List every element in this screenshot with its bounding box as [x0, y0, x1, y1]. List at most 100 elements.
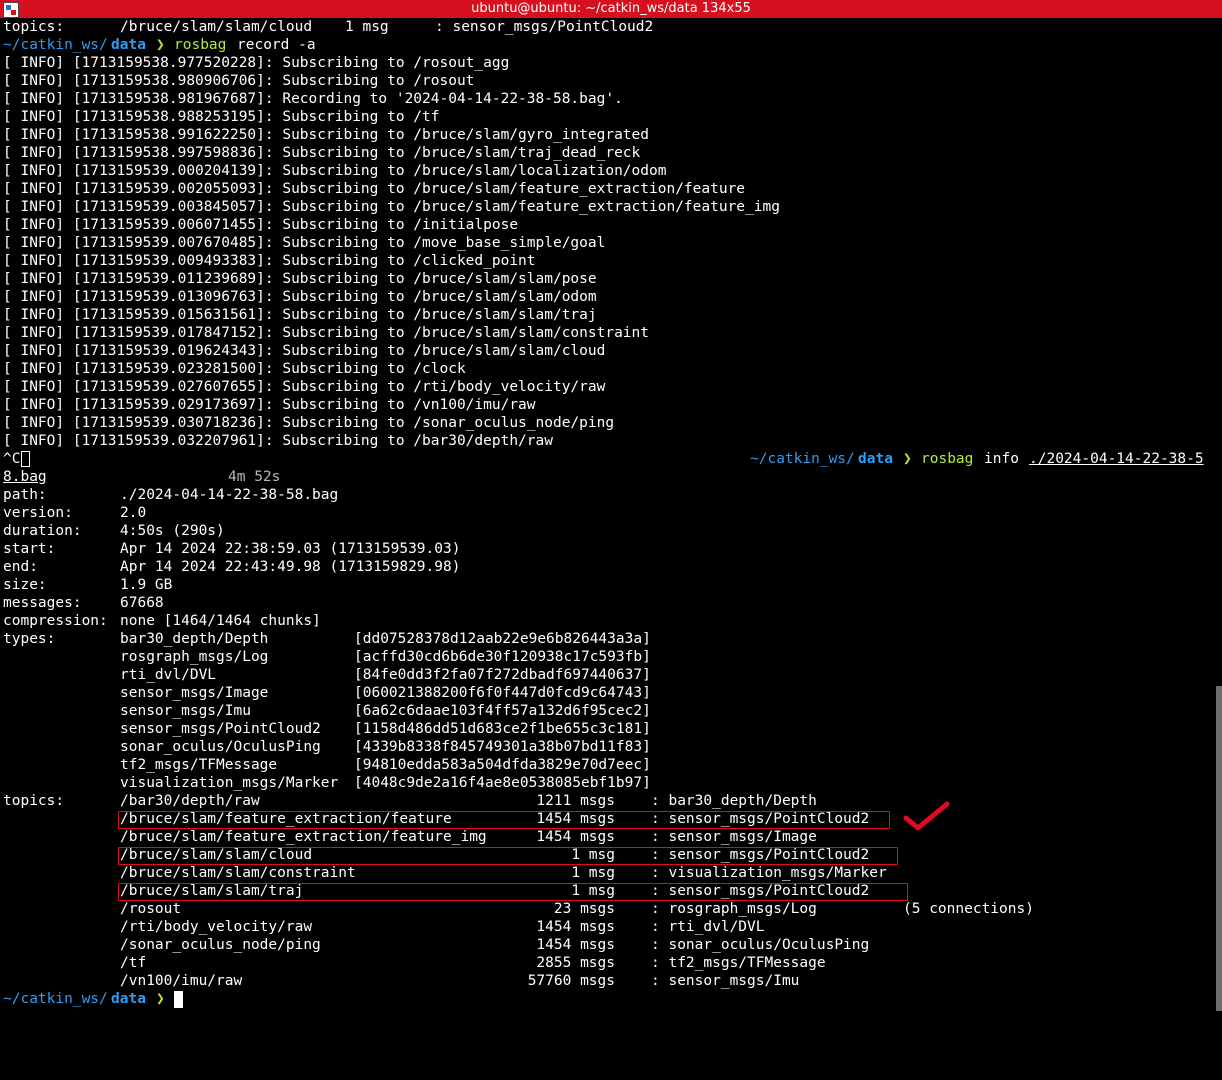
field-label: messages: [3, 595, 82, 611]
type-row: sensor_msgs/Imu [6a62c6daae103f4ff57a132d… [3, 702, 1203, 720]
field-label: start: [3, 541, 56, 557]
log-line: [ INFO] [1713159539.032207961]: Subscrib… [3, 433, 553, 449]
text-cursor [174, 991, 183, 1008]
log-line: [ INFO] [1713159538.997598836]: Subscrib… [3, 145, 641, 161]
topic-count: 1454 msgs [536, 919, 615, 935]
window-titlebar[interactable]: ubuntu@ubuntu: ~/catkin_ws/data 134x55 [0, 0, 1222, 18]
field-label: size: [3, 577, 47, 593]
command-name: rosbag [921, 451, 974, 467]
info-end: end: Apr 14 2024 22:43:49.98 (1713159829… [3, 558, 1203, 576]
field-value: ./2024-04-14-22-38-58.bag [120, 487, 339, 503]
bag-file-link[interactable]: ./2024-04-14-22-38-5 [1029, 450, 1204, 468]
topics-label: topics: [3, 793, 65, 809]
topic-count: 1211 msgs [536, 793, 615, 809]
field-label: duration: [3, 523, 82, 539]
prompt-arrow: ❯ [903, 451, 912, 467]
topic-type: : sensor_msgs/Image [651, 829, 817, 845]
field-label: end: [3, 559, 38, 575]
log-line: [ INFO] [1713159539.017847152]: Subscrib… [3, 325, 650, 341]
topic-type: : sonar_oculus/OculusPing [651, 937, 870, 953]
topic-name: /rosout [120, 901, 182, 917]
checkmark-icon [903, 801, 950, 831]
prompt-arrow: ❯ [156, 37, 165, 53]
prompt-dir-prefix: ~/catkin_ws/ [3, 37, 108, 53]
topic-row: /bruce/slam/slam/constraint 1 msg: visual… [3, 864, 1203, 882]
log-line: [ INFO] [1713159539.013096763]: Subscrib… [3, 289, 597, 305]
log-line: [ INFO] [1713159539.007670485]: Subscrib… [3, 235, 606, 251]
log-line: [ INFO] [1713159539.000204139]: Subscrib… [3, 163, 667, 179]
log-line: [ INFO] [1713159539.023281500]: Subscrib… [3, 361, 466, 377]
info-version: version: 2.0 [3, 504, 1203, 522]
topic-name: /bruce/slam/slam/constraint [120, 865, 356, 881]
topic-name: /rti/body_velocity/raw [120, 919, 313, 935]
log-line: [ INFO] [1713159539.006071455]: Subscrib… [3, 217, 519, 233]
window-title: ubuntu@ubuntu: ~/catkin_ws/data 134x55 [471, 1, 751, 16]
type-row: sensor_msgs/PointCloud2 [1158d486dd51d683… [3, 720, 1203, 738]
topic-row: /rti/body_velocity/raw 1454 msgs : rti_dvl… [3, 918, 1203, 936]
topic-count: 23 msgs [553, 901, 615, 917]
type-hash: [6a62c6daae103f4ff57a132d6f95cec2] [354, 703, 651, 719]
topic-type: : sensor_msgs/Imu [651, 973, 800, 989]
topic-name: /tf [120, 955, 147, 971]
cursor-outline [21, 451, 30, 467]
log-line: [ INFO] [1713159539.009493383]: Subscrib… [3, 253, 536, 269]
type-name: rti_dvl/DVL [120, 667, 217, 683]
type-row: sensor_msgs/Image [060021388200f6f0f447d0… [3, 684, 1203, 702]
topic-count: 2855 msgs [536, 955, 615, 971]
type-name: sensor_msgs/Imu [120, 703, 251, 719]
topic-type: : rti_dvl/DVL [651, 919, 765, 935]
command-args: info [984, 451, 1019, 467]
field-value: 2.0 [120, 505, 147, 521]
log-line: [ INFO] [1713159538.980906706]: Subscrib… [3, 73, 475, 89]
field-value: 4:50s (290s) [120, 523, 225, 539]
topic-row: topics: /bar30/depth/raw 1211 msgs : bar30_… [3, 792, 1203, 810]
topic-connections: (5 connections) [903, 901, 1034, 917]
scrollbar[interactable] [1216, 686, 1222, 1011]
highlight-box [118, 811, 890, 829]
interrupt-text: ^C [3, 451, 21, 467]
type-name: rosgraph_msgs/Log [120, 649, 269, 665]
log-line: [ INFO] [1713159539.029173697]: Subscrib… [3, 397, 536, 413]
command-args: record -a [237, 37, 316, 53]
type-row: tf2_msgs/TFMessage [94810edda583a504dfda3… [3, 756, 1203, 774]
log-line: [ INFO] [1713159539.003845057]: Subscrib… [3, 199, 780, 215]
info-duration: duration: 4:50s (290s) [3, 522, 1203, 540]
type-row: types: bar30_depth/Depth [dd07528378d12aab… [3, 630, 1203, 648]
type-hash: [84fe0dd3f2fa07f272dbadf697440637] [354, 667, 651, 683]
type-row: visualization_msgs/Marker [4048c9de2a16f4… [3, 774, 1203, 792]
topic-type: : bar30_depth/Depth [651, 793, 817, 809]
topic-name: /sonar_oculus_node/ping [120, 937, 321, 953]
topic-row: /vn100/imu/raw 57760 msgs: sensor_msgs/Im… [3, 972, 1203, 990]
log-line: [ INFO] [1713159538.981967687]: Recordin… [3, 91, 623, 107]
field-label: compression: [3, 613, 108, 629]
highlight-box [118, 883, 908, 901]
terminal-line: topics: /bruce/slam/slam/cloud 1 msg : s… [3, 18, 1203, 36]
type-hash: [1158d486dd51d683ce2f1be655c3c181] [354, 721, 651, 737]
prompt-dir-name: data [111, 991, 146, 1007]
topic-name: /bruce/slam/slam/cloud [120, 19, 313, 35]
topic-name: /bar30/depth/raw [120, 793, 260, 809]
type-row: sonar_oculus/OculusPing [4339b8338f845749… [3, 738, 1203, 756]
log-line: [ INFO] [1713159539.027607655]: Subscrib… [3, 379, 606, 395]
prompt-dir-prefix: ~/catkin_ws/ [3, 991, 108, 1007]
prompt-dir-prefix: ~/catkin_ws/ [750, 451, 855, 467]
topic-type: : visualization_msgs/Marker [651, 865, 887, 881]
log-line: [ INFO] [1713159538.988253195]: Subscrib… [3, 109, 440, 125]
type-hash: [dd07528378d12aab22e9e6b826443a3a] [354, 631, 651, 647]
elapsed-time: 4m 52s [228, 469, 281, 485]
command-name: rosbag [174, 37, 227, 53]
bag-file-link-continued[interactable]: 8.bag [3, 468, 47, 486]
type-row: rosgraph_msgs/Log [acffd30cd6b6de30f12093… [3, 648, 1203, 666]
type-hash: [acffd30cd6b6de30f120938c17c593fb] [354, 649, 651, 665]
topic-type: : rosgraph_msgs/Log [651, 901, 817, 917]
log-line: [ INFO] [1713159539.030718236]: Subscrib… [3, 415, 615, 431]
topic-type: : sensor_msgs/PointCloud2 [435, 19, 654, 35]
info-path: path: ./2024-04-14-22-38-58.bag [3, 486, 1203, 504]
info-messages: messages: 67668 [3, 594, 1203, 612]
topic-row: /sonar_oculus_node/ping 1454 msgs: sonar_… [3, 936, 1203, 954]
prompt-dir-name: data [858, 451, 893, 467]
log-line: [ INFO] [1713159538.991622250]: Subscrib… [3, 127, 650, 143]
type-name: sensor_msgs/Image [120, 685, 269, 701]
type-hash: [060021388200f6f0f447d0fcd9c64743] [354, 685, 651, 701]
types-label: types: [3, 631, 56, 647]
